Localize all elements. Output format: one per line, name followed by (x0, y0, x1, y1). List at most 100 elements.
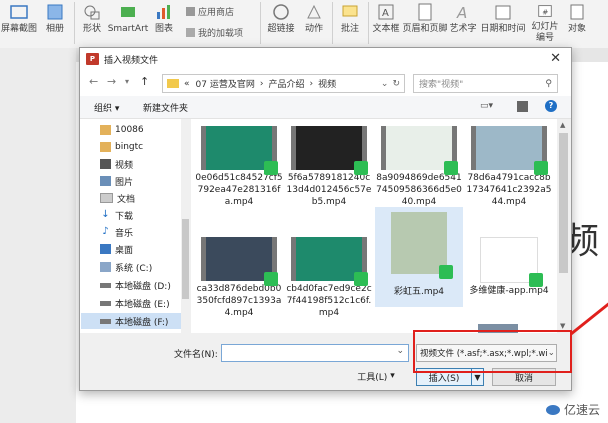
drive-icon (100, 282, 111, 288)
refresh-icon[interactable]: ↻ (392, 79, 400, 89)
tree-scrollbar[interactable] (181, 119, 190, 333)
comment-button[interactable]: 批注 (336, 0, 364, 44)
search-input[interactable]: 搜索"视频" ⚲ (413, 74, 558, 93)
tree-scrollbar-thumb[interactable] (182, 219, 189, 299)
recent-dropdown-icon[interactable]: ▾ (125, 77, 129, 86)
drive-icon (100, 318, 111, 324)
store-button[interactable]: 应用商店 (186, 5, 234, 18)
file-item[interactable]: 5f6a5789181240c13d4d012456c57eb5.mp4 (285, 123, 373, 208)
video-badge-icon (264, 161, 278, 175)
breadcrumb-item[interactable]: 视频 (318, 77, 336, 90)
watermark: 亿速云 (545, 401, 600, 418)
file-item[interactable]: 8a9094869de654174509586366d5e040.mp4 (375, 123, 463, 208)
video-badge-icon (444, 161, 458, 175)
file-item[interactable]: ca33d876debd0b0350fcfd897c1393a4.mp4 (195, 234, 283, 319)
screenshot-icon (10, 5, 28, 19)
breadcrumb-item[interactable]: 产品介绍 (268, 77, 304, 90)
video-badge-icon (529, 273, 543, 287)
tree-item-drive-f[interactable]: 本地磁盘 (F:) (81, 313, 181, 329)
video-thumbnail (480, 237, 543, 287)
tree-item-downloads[interactable]: ↓ 下载 (100, 207, 133, 223)
svg-text:#: # (542, 8, 548, 17)
dialog-title: 插入视频文件 (104, 56, 159, 66)
user-folder-icon (100, 125, 111, 135)
addins-icon (186, 28, 195, 37)
chevron-down-icon[interactable]: ⌄ (396, 346, 404, 356)
textbox-button[interactable]: A 文本框 (370, 0, 402, 44)
organize-menu[interactable]: 组织 ▾ (94, 101, 119, 114)
user-folder-icon (100, 142, 111, 152)
tree-item-desktop[interactable]: 桌面 (100, 241, 133, 257)
up-arrow-icon[interactable]: ↑ (140, 75, 149, 88)
album-icon (47, 4, 63, 20)
object-icon (570, 4, 584, 20)
system-drive-icon (100, 262, 111, 272)
hyperlink-button[interactable]: 超链接 (264, 0, 298, 44)
action-icon (307, 4, 321, 19)
tree-item-10086[interactable]: 10086 (100, 122, 144, 138)
breadcrumb-item[interactable]: 07 运营及官网 (196, 77, 255, 90)
file-item[interactable]: 多维健康-app.mp4 (465, 234, 553, 297)
highlight-box (413, 330, 572, 373)
tree-item-drive-e[interactable]: 本地磁盘 (E:) (100, 295, 170, 311)
video-thumbnail (381, 126, 458, 175)
action-button[interactable]: 动作 (300, 0, 328, 44)
breadcrumb-separator-icon: › (309, 78, 314, 89)
scroll-down-icon[interactable]: ▼ (560, 322, 565, 330)
header-footer-icon (418, 3, 432, 21)
back-arrow-icon[interactable]: ← (89, 75, 98, 88)
my-addins-button[interactable]: 我的加载项 (186, 26, 243, 39)
search-icon: ⚲ (545, 78, 552, 89)
scroll-up-icon[interactable]: ▲ (560, 121, 565, 129)
video-thumbnail (291, 126, 368, 175)
screenshot-button[interactable]: 屏幕截图 (0, 0, 38, 44)
shapes-button[interactable]: 形状 (78, 0, 106, 44)
header-footer-button[interactable]: 页眉和页脚 (402, 0, 448, 44)
file-item[interactable]: 78d6a4791cacc8b17347641c2392a544.mp4 (465, 123, 553, 208)
file-item[interactable]: cb4d0fac7ed9ce2c7f44198f512c1c6f.mp4 (285, 234, 373, 319)
help-icon[interactable]: ? (545, 100, 557, 112)
object-button[interactable]: 对象 (564, 0, 590, 44)
tree-item-music[interactable]: ♪ 音乐 (100, 224, 133, 240)
video-badge-icon (439, 265, 453, 279)
file-list: 0e06d51c84527cf5792ea47e281316fa.mp4 5f6… (191, 119, 557, 333)
tools-menu[interactable]: 工具(L) ▾ (356, 368, 396, 384)
smartart-icon (121, 7, 135, 17)
tree-item-drive-c[interactable]: 系统 (C:) (100, 259, 152, 275)
forward-arrow-icon[interactable]: → (107, 75, 116, 88)
preview-pane-icon[interactable] (517, 101, 528, 112)
filename-input[interactable]: ⌄ (221, 344, 409, 362)
ribbon-separator (74, 2, 75, 44)
ribbon-separator (332, 2, 333, 44)
video-badge-icon (534, 161, 548, 175)
album-button[interactable]: 相册 (40, 0, 70, 44)
smartart-button[interactable]: SmartArt (106, 0, 150, 44)
svg-text:A: A (456, 4, 467, 22)
comment-icon (342, 5, 358, 17)
tree-item-pictures[interactable]: 图片 (100, 173, 133, 189)
tree-item-documents[interactable]: 文档 (100, 190, 135, 206)
address-bar[interactable]: « 07 运营及官网 › 产品介绍 › 视频 ⌄ ↻ (162, 74, 405, 93)
dialog-titlebar: P 插入视频文件 ✕ (80, 48, 571, 70)
ribbon-separator (260, 2, 261, 44)
thumbnail-panel (0, 48, 76, 423)
view-options-icon[interactable]: ▭▾ (480, 101, 493, 111)
filename-label: 文件名(N): (174, 350, 218, 360)
new-folder-button[interactable]: 新建文件夹 (143, 101, 188, 114)
tree-item-bingtc[interactable]: bingtc (100, 139, 143, 155)
slide-number-button[interactable]: # 幻灯片 编号 (528, 0, 562, 44)
chart-button[interactable]: 图表 (150, 0, 178, 44)
file-item-selected[interactable]: 彩虹五.mp4 (375, 207, 463, 307)
file-scrollbar-thumb[interactable] (559, 133, 568, 273)
highlight-arrow-icon (570, 302, 608, 336)
tree-item-videos[interactable]: 视频 (100, 156, 133, 172)
slide-number-icon: # (538, 5, 552, 17)
download-icon: ↓ (101, 209, 110, 220)
file-item[interactable]: 0e06d51c84527cf5792ea47e281316fa.mp4 (195, 123, 283, 208)
wordart-button[interactable]: A 艺术字 (448, 0, 478, 44)
chevron-down-icon[interactable]: ⌄ (381, 79, 389, 89)
tree-item-drive-d[interactable]: 本地磁盘 (D:) (100, 277, 171, 293)
datetime-button[interactable]: 日期和时间 (479, 0, 527, 44)
document-folder-icon (100, 193, 113, 203)
close-button[interactable]: ✕ (550, 51, 561, 66)
